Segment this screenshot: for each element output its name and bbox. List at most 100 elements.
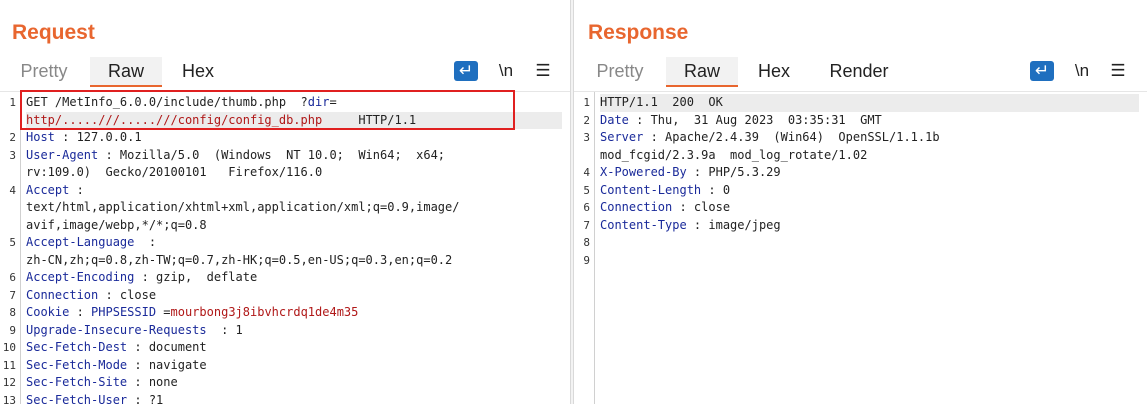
- header-name: Host: [26, 130, 55, 144]
- code-line: avif,image/webp,*/*;q=0.8: [26, 217, 562, 235]
- header-name: Content-Type: [600, 217, 687, 232]
- header-value: text/html,application/xhtml+xml,applicat…: [26, 200, 460, 214]
- header-value: HTTP/1.1 200 OK: [600, 95, 723, 109]
- request-tab-hex[interactable]: Hex: [172, 57, 224, 87]
- code-line: rv:109.0) Gecko/20100101 Firefox/116.0: [26, 164, 562, 182]
- header-value: : PHP/5.3.29: [686, 165, 781, 179]
- header-value: : document: [127, 340, 207, 354]
- response-editor[interactable]: 1 HTTP/1.1 200 OK 2 Date : Thu, 31 Aug 2023…: [574, 91, 1147, 404]
- header-name: Server: [600, 130, 644, 144]
- header-value: : image/jpeg: [686, 217, 781, 232]
- header-value: =: [156, 305, 171, 319]
- header-name: Content-Length: [600, 182, 702, 197]
- line-number: 13: [2, 393, 16, 404]
- line-number: 3: [583, 131, 590, 144]
- line-number: 6: [583, 201, 590, 214]
- line-number: 2: [9, 131, 16, 144]
- line-number: 4: [583, 166, 590, 179]
- response-tab-raw[interactable]: Raw: [666, 57, 738, 87]
- header-value: : gzip, deflate: [134, 270, 258, 284]
- line-number: 9: [583, 253, 590, 267]
- request-title: Request: [12, 21, 95, 44]
- line-number: 7: [583, 218, 590, 232]
- header-name: Accept-Language: [26, 235, 135, 249]
- request-tab-pretty[interactable]: Pretty: [10, 57, 78, 87]
- header-value: mourbong3j8ibvhcrdq1de4m35: [170, 305, 359, 319]
- line-number: 5: [9, 236, 16, 249]
- header-value: : none: [127, 375, 178, 389]
- code-line: 5 Accept-Language :: [9, 234, 562, 252]
- code-line: 8 Cookie : PHPSESSID =mourbong3j8ibvhcrdq…: [9, 304, 562, 322]
- code-line: 9 Upgrade-Insecure-Requests : 1: [9, 322, 562, 340]
- request-pane: Request Pretty Raw Hex ↵ \n ☰ 1 GET /MetI…: [0, 0, 570, 404]
- response-title: Response: [588, 21, 689, 44]
- wrap-lines-icon[interactable]: ↵: [454, 61, 478, 81]
- code-line: 4 Accept :: [9, 182, 562, 200]
- header-name: Sec-Fetch-Site: [26, 375, 128, 389]
- line-number: 1: [9, 96, 16, 109]
- header-name: Sec-Fetch-Mode: [26, 357, 128, 372]
- code-line: 10 Sec-Fetch-Dest : document: [3, 339, 562, 357]
- code-line: 5 Content-Length : 0: [583, 182, 1139, 200]
- response-tabs: Pretty Raw Hex Render: [574, 57, 1147, 87]
- code-line: 8: [583, 234, 1139, 252]
- code-line: 11 Sec-Fetch-Mode : navigate: [3, 357, 562, 375]
- request-editor[interactable]: 1 GET /MetInfo_6.0.0/include/thumb.php ?d…: [0, 91, 570, 404]
- header-value: :: [69, 305, 92, 319]
- line-number: 10: [2, 341, 16, 354]
- wrap-lines-icon[interactable]: ↵: [1030, 61, 1054, 81]
- code-line: 9: [583, 252, 1139, 270]
- header-value: : 0: [701, 182, 731, 197]
- header-value: :: [69, 182, 84, 197]
- line-number: 7: [9, 288, 16, 302]
- newline-toggle-button[interactable]: \n: [494, 61, 518, 81]
- header-value: avif,image/webp,*/*;q=0.8: [26, 217, 207, 232]
- code-line: 7 Connection : close: [9, 287, 562, 305]
- header-value: : Mozilla/5.0 (Windows NT 10.0; Win64; x…: [98, 147, 446, 162]
- menu-icon[interactable]: ☰: [531, 61, 555, 81]
- header-value: mod_fcgid/2.3.9a mod_log_rotate/1.02: [600, 147, 868, 162]
- response-tab-pretty[interactable]: Pretty: [586, 57, 654, 87]
- header-name: PHPSESSID: [91, 305, 157, 319]
- header-name: X-Powered-By: [600, 165, 687, 179]
- code-line: 12 Sec-Fetch-Site : none: [3, 374, 562, 392]
- code-line: 3 Server : Apache/2.4.39 (Win64) OpenSSL/…: [583, 129, 1139, 147]
- highlight-box: [20, 90, 515, 130]
- header-name: User-Agent: [26, 147, 99, 162]
- code-line: 6 Accept-Encoding : gzip, deflate: [9, 269, 562, 287]
- code-line: 4 X-Powered-By : PHP/5.3.29: [583, 164, 1139, 182]
- line-number: 8: [9, 306, 16, 319]
- code-line: 3 User-Agent : Mozilla/5.0 (Windows NT 10…: [9, 147, 562, 165]
- line-number: 6: [9, 271, 16, 284]
- request-tab-raw[interactable]: Raw: [90, 57, 162, 87]
- response-tab-hex[interactable]: Hex: [748, 57, 800, 87]
- header-value: : Thu, 31 Aug 2023 03:35:31 GMT: [628, 112, 882, 127]
- code-line: mod_fcgid/2.3.9a mod_log_rotate/1.02: [600, 147, 1139, 165]
- menu-icon[interactable]: ☰: [1106, 61, 1130, 81]
- request-tabs: Pretty Raw Hex: [0, 57, 570, 87]
- header-value: rv:109.0) Gecko/20100101 Firefox/116.0: [26, 165, 323, 179]
- code-line: 2 Date : Thu, 31 Aug 2023 03:35:31 GMT: [583, 112, 1139, 130]
- request-code: 1 GET /MetInfo_6.0.0/include/thumb.php ?d…: [3, 94, 562, 404]
- header-name: Upgrade-Insecure-Requests: [26, 322, 207, 337]
- header-name: Sec-Fetch-Dest: [26, 340, 128, 354]
- line-number: 12: [2, 376, 16, 389]
- header-value: : ?1: [127, 392, 164, 404]
- header-value: : 127.0.0.1: [54, 130, 142, 144]
- code-line: 7 Content-Type : image/jpeg: [583, 217, 1139, 235]
- header-name: Accept-Encoding: [26, 270, 135, 284]
- header-name: Connection: [26, 287, 99, 302]
- response-tab-render[interactable]: Render: [816, 57, 902, 87]
- code-line: 1 HTTP/1.1 200 OK: [583, 94, 1139, 112]
- header-value: : 1: [206, 322, 243, 337]
- header-value: : Apache/2.4.39 (Win64) OpenSSL/1.1.1b: [643, 130, 940, 144]
- header-name: Date: [600, 112, 629, 127]
- header-value: zh-CN,zh;q=0.8,zh-TW;q=0.7,zh-HK;q=0.5,e…: [26, 252, 453, 267]
- code-line: 2 Host : 127.0.0.1: [9, 129, 562, 147]
- line-number: 2: [583, 113, 590, 127]
- code-line: zh-CN,zh;q=0.8,zh-TW;q=0.7,zh-HK;q=0.5,e…: [26, 252, 562, 270]
- line-number: 4: [9, 183, 16, 197]
- line-number: 5: [583, 183, 590, 197]
- line-number: 8: [583, 236, 590, 249]
- newline-toggle-button[interactable]: \n: [1070, 61, 1094, 81]
